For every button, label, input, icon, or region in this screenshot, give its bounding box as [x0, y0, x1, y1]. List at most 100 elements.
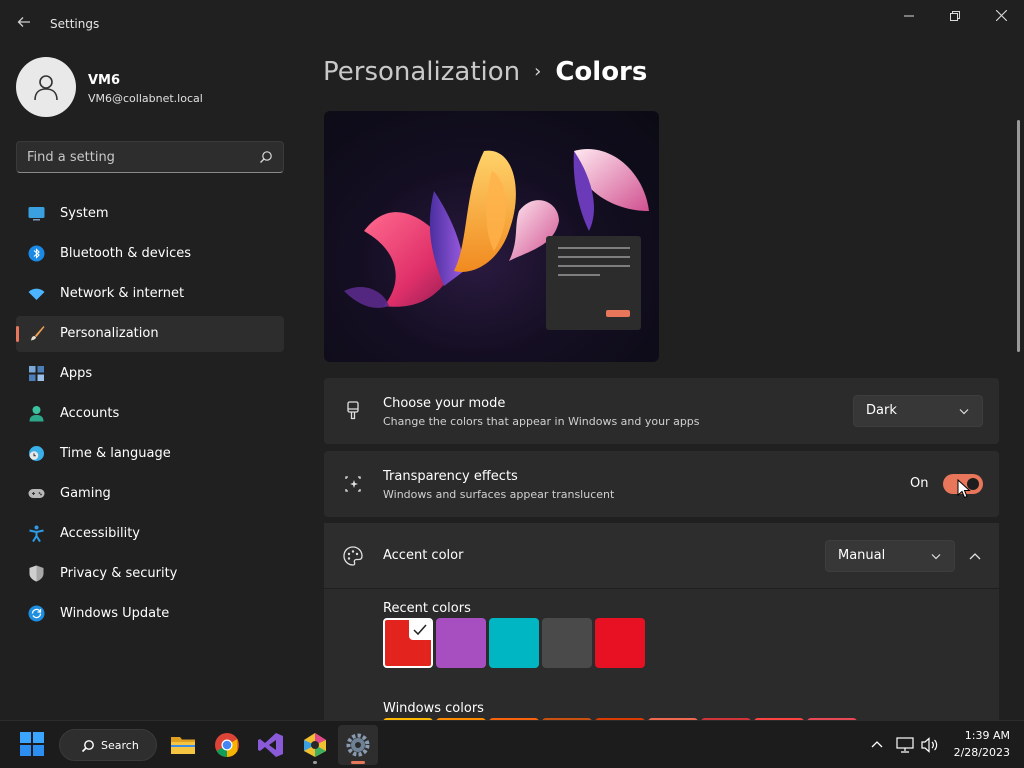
- mode-title: Choose your mode: [383, 396, 506, 411]
- globe-clock-icon: [29, 446, 44, 461]
- visual-studio-icon: [258, 733, 283, 757]
- monitor-icon: [28, 207, 45, 221]
- chrome-button[interactable]: [213, 731, 241, 759]
- sidebar-item-apps[interactable]: Apps: [16, 356, 284, 392]
- scrollbar[interactable]: [1017, 120, 1020, 352]
- user-email: VM6@collabnet.local: [88, 92, 203, 105]
- sidebar-item-label: Bluetooth & devices: [60, 246, 191, 261]
- folder-icon: [171, 737, 195, 754]
- clock-date: 2/28/2023: [953, 746, 1010, 759]
- settings-taskbar-button[interactable]: [338, 725, 378, 765]
- theme-preview: [324, 111, 659, 362]
- sidebar-item-system[interactable]: System: [16, 196, 284, 232]
- chrome-icon: [215, 733, 239, 757]
- settings-window: Settings VM6 VM6@collabnet.local System …: [0, 0, 1024, 720]
- sidebar-item-personalization[interactable]: Personalization: [16, 316, 284, 352]
- transparency-card: Transparency effects Windows and surface…: [324, 451, 999, 517]
- sidebar-item-label: Network & internet: [60, 286, 185, 301]
- bloom-wallpaper-image: [344, 149, 649, 330]
- mouse-cursor-icon: [957, 479, 971, 499]
- paint-brush-icon: [347, 401, 359, 420]
- sidebar-item-label: Personalization: [60, 326, 159, 341]
- sidebar-item-bluetooth[interactable]: Bluetooth & devices: [16, 236, 284, 272]
- sidebar-nav: System Bluetooth & devices Network & int…: [16, 196, 284, 636]
- chevron-up-icon: [871, 741, 883, 748]
- recent-colors-title: Recent colors: [383, 601, 471, 616]
- accent-dropdown[interactable]: Manual: [825, 540, 955, 572]
- shield-icon: [29, 565, 44, 582]
- search-icon: [81, 740, 94, 753]
- taskbar-search-label: Search: [101, 739, 139, 752]
- restore-icon: [950, 11, 960, 21]
- search-box: [16, 141, 284, 173]
- close-button[interactable]: [978, 6, 1024, 28]
- visual-studio-button[interactable]: [257, 731, 285, 759]
- start-button[interactable]: [19, 731, 47, 759]
- mode-dropdown[interactable]: Dark: [853, 395, 983, 427]
- mode-dropdown-value: Dark: [866, 403, 897, 418]
- file-explorer-button[interactable]: [169, 731, 197, 759]
- restore-button[interactable]: [932, 6, 978, 28]
- minimize-button[interactable]: [886, 6, 932, 28]
- minimize-icon: [904, 15, 914, 17]
- apps-icon: [29, 366, 44, 381]
- wifi-icon: [28, 288, 45, 300]
- recent-color-swatch[interactable]: [595, 618, 645, 668]
- running-app-indicator: [313, 761, 317, 764]
- search-icon[interactable]: [259, 150, 273, 164]
- active-app-indicator: [351, 761, 365, 764]
- paint-app-icon: [304, 733, 326, 757]
- sidebar-item-time-language[interactable]: Time & language: [16, 436, 284, 472]
- sync-icon: [28, 605, 45, 622]
- sidebar-item-privacy-security[interactable]: Privacy & security: [16, 556, 284, 592]
- sidebar-item-label: Time & language: [60, 446, 171, 461]
- show-hidden-icons-button[interactable]: [868, 736, 886, 754]
- back-button[interactable]: [14, 12, 34, 36]
- chevron-up-icon: [969, 553, 981, 560]
- selected-check-badge: [409, 620, 431, 640]
- windows-logo-icon: [20, 732, 44, 756]
- gear-icon: [346, 733, 370, 757]
- search-input[interactable]: [17, 142, 253, 172]
- breadcrumb-parent[interactable]: Personalization: [323, 57, 520, 87]
- transparency-title: Transparency effects: [383, 469, 518, 484]
- collapse-button[interactable]: [964, 546, 986, 568]
- taskbar: Search 1:39 AM 2/28/2023: [0, 720, 1024, 768]
- sidebar-item-label: Privacy & security: [60, 566, 178, 581]
- breadcrumb-separator: ›: [534, 61, 542, 82]
- transparency-icon: [345, 476, 361, 492]
- avatar[interactable]: [16, 57, 76, 117]
- accent-dropdown-value: Manual: [838, 548, 886, 563]
- clock[interactable]: 1:39 AM 2/28/2023: [950, 727, 1010, 761]
- sidebar-item-accessibility[interactable]: Accessibility: [16, 516, 284, 552]
- taskbar-search-button[interactable]: Search: [59, 729, 157, 761]
- sidebar-item-windows-update[interactable]: Windows Update: [16, 596, 284, 632]
- app-title: Settings: [50, 17, 100, 31]
- volume-button[interactable]: [920, 735, 940, 755]
- chevron-down-icon: [959, 409, 969, 415]
- person-icon: [29, 406, 44, 422]
- sidebar-item-label: Accounts: [60, 406, 120, 421]
- user-name: VM6: [88, 73, 121, 88]
- recent-color-swatch[interactable]: [542, 618, 592, 668]
- sidebar-item-label: Windows Update: [60, 606, 170, 621]
- gamepad-icon: [28, 489, 45, 498]
- breadcrumb: Personalization › Colors: [323, 57, 647, 87]
- paint-app-button[interactable]: [301, 731, 329, 759]
- sidebar-item-accounts[interactable]: Accounts: [16, 396, 284, 432]
- network-icon: [896, 737, 914, 753]
- recent-color-swatch[interactable]: [436, 618, 486, 668]
- clock-time: 1:39 AM: [964, 729, 1010, 742]
- transparency-subtitle: Windows and surfaces appear translucent: [383, 488, 615, 501]
- network-status-button[interactable]: [895, 735, 915, 755]
- accessibility-icon: [29, 525, 44, 542]
- page-title: Colors: [555, 57, 648, 87]
- recent-color-swatch[interactable]: [383, 618, 433, 668]
- sidebar-item-gaming[interactable]: Gaming: [16, 476, 284, 512]
- sidebar-item-network[interactable]: Network & internet: [16, 276, 284, 312]
- back-arrow-icon: [17, 17, 30, 27]
- recent-color-swatch[interactable]: [489, 618, 539, 668]
- bluetooth-icon: [28, 245, 45, 262]
- palette-icon: [343, 546, 363, 566]
- sidebar-item-label: Apps: [60, 366, 93, 381]
